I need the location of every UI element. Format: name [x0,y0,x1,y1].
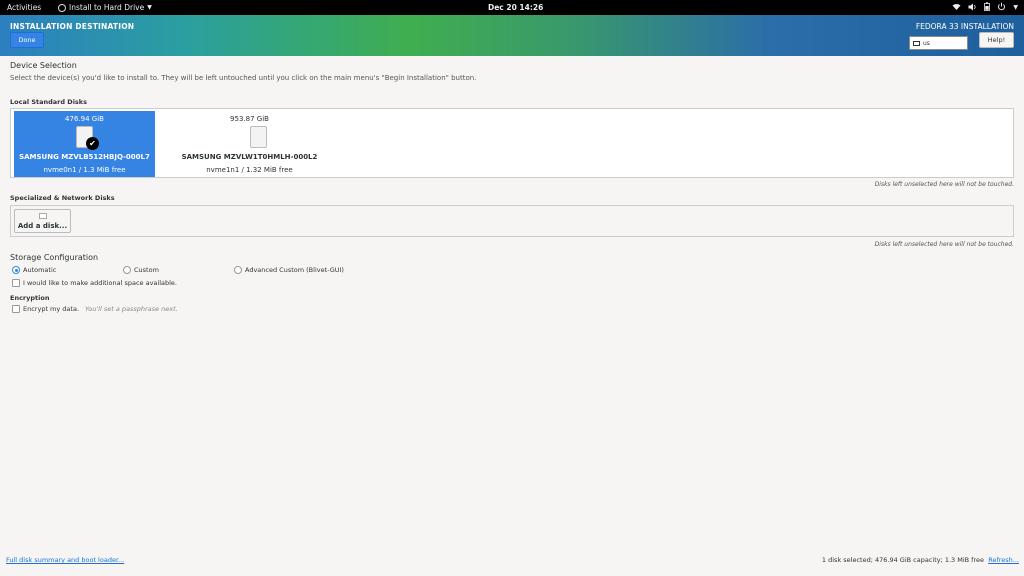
keyboard-layout-indicator[interactable]: us [909,36,968,50]
help-button[interactable]: Help! [979,32,1014,48]
special-disks-heading: Specialized & Network Disks [10,194,115,202]
disk-nvme0n1[interactable]: 476.94 GiB ✔ SAMSUNG MZVLB512HBJQ-000L7 … [14,111,155,177]
installer-app-icon [58,3,66,12]
extra-space-label: I would like to make additional space av… [23,279,177,287]
power-icon [997,2,1006,13]
local-disks-panel: 476.94 GiB ✔ SAMSUNG MZVLB512HBJQ-000L7 … [10,108,1014,178]
disk-info: nvme0n1 / 1.3 MiB free [43,166,126,174]
top-bar: Activities Install to Hard Drive ▼ Dec 2… [0,0,1024,15]
encrypt-label: Encrypt my data. [23,305,80,313]
refresh-link[interactable]: Refresh... [988,556,1019,564]
radio-button-selected[interactable] [12,266,20,274]
app-name: Install to Hard Drive [69,3,145,12]
hard-disk-icon [250,126,267,148]
radio-label: Custom [134,266,159,274]
device-selection-description: Select the device(s) you'd like to insta… [10,74,477,82]
disk-summary-link[interactable]: Full disk summary and boot loader... [6,556,124,564]
radio-label: Advanced Custom (Blivet-GUI) [245,266,344,274]
page-title: INSTALLATION DESTINATION [10,22,135,31]
add-disk-icon [39,213,47,219]
disk-model: SAMSUNG MZVLB512HBJQ-000L7 [19,153,150,161]
network-icon [952,3,961,13]
storage-config-heading: Storage Configuration [10,253,99,262]
special-disks-note: Disks left unselected here will not be t… [874,241,1014,248]
add-disk-label: Add a disk... [17,222,68,230]
done-button[interactable]: Done [10,32,44,48]
selection-status: 1 disk selected; 476.94 GiB capacity; 1.… [821,556,984,564]
chevron-down-icon: ▼ [147,4,152,11]
checkmark-icon: ✔ [86,137,99,150]
encrypt-checkbox-row[interactable]: Encrypt my data. You'll set a passphrase… [12,305,178,313]
keyboard-icon [913,40,920,46]
device-selection-heading: Device Selection [10,61,77,70]
add-disk-button[interactable]: Add a disk... [14,209,71,233]
radio-button[interactable] [123,266,131,274]
app-menu[interactable]: Install to Hard Drive ▼ [58,3,152,12]
clock[interactable]: Dec 20 14:26 [488,3,543,12]
encryption-heading: Encryption [10,294,50,302]
radio-automatic[interactable]: Automatic [12,266,56,274]
disk-info: nvme1n1 / 1.32 MiB free [206,166,293,174]
system-tray[interactable]: ▼ [952,2,1018,13]
encrypt-checkbox[interactable] [12,305,20,313]
extra-space-checkbox-row[interactable]: I would like to make additional space av… [12,279,177,287]
radio-advanced-custom[interactable]: Advanced Custom (Blivet-GUI) [234,266,344,274]
disk-model: SAMSUNG MZVLW1T0HMLH-000L2 [181,153,318,161]
disk-size: 953.87 GiB [230,115,269,123]
local-disks-note: Disks left unselected here will not be t… [874,181,1014,188]
activities-button[interactable]: Activities [7,3,41,12]
disk-size: 476.94 GiB [65,115,104,123]
spoke-header: INSTALLATION DESTINATION Done FEDORA 33 … [0,15,1024,56]
keyboard-layout-label: us [923,39,930,47]
disk-nvme1n1[interactable]: 953.87 GiB SAMSUNG MZVLW1T0HMLH-000L2 nv… [174,111,318,177]
radio-label: Automatic [23,266,57,274]
chevron-down-icon: ▼ [1013,4,1018,11]
local-disks-heading: Local Standard Disks [10,98,87,106]
product-title: FEDORA 33 INSTALLATION [915,22,1014,31]
encrypt-hint: You'll set a passphrase next. [85,305,178,313]
radio-button[interactable] [234,266,242,274]
special-disks-panel: Add a disk... [10,205,1014,237]
battery-icon [984,2,991,13]
radio-custom[interactable]: Custom [123,266,159,274]
extra-space-checkbox[interactable] [12,279,20,287]
volume-icon [968,3,977,13]
